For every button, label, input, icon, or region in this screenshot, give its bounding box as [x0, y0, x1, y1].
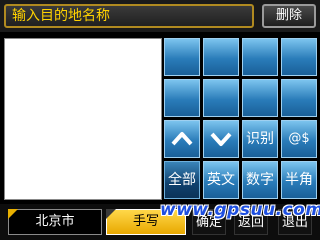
halfwidth-button[interactable]: 半角 [281, 161, 317, 199]
all-mode-button[interactable]: 全部 [164, 161, 200, 199]
chevron-up-icon [171, 132, 193, 146]
symbols-button[interactable]: @$ [281, 120, 317, 158]
keypad: 识别 @$ 全部 英文 数字 半角 [164, 38, 318, 200]
english-mode-button[interactable]: 英文 [203, 161, 239, 199]
candidate-key-4[interactable] [281, 38, 317, 76]
delete-button[interactable]: 删除 [262, 4, 316, 28]
page-up-button[interactable] [164, 120, 200, 158]
candidate-key-2[interactable] [203, 38, 239, 76]
candidate-key-8[interactable] [281, 79, 317, 117]
candidate-key-5[interactable] [164, 79, 200, 117]
handwriting-pad[interactable] [4, 38, 162, 200]
digits-mode-button[interactable]: 数字 [242, 161, 278, 199]
city-selector-button[interactable]: 北京市 [8, 209, 102, 235]
corner-marker [8, 209, 18, 219]
page-down-button[interactable] [203, 120, 239, 158]
city-label: 北京市 [35, 214, 75, 229]
watermark: www.gpsuu.com [160, 200, 320, 220]
chevron-down-icon [210, 132, 232, 146]
handwrite-label: 手写 [132, 214, 159, 229]
destination-input[interactable]: 输入目的地名称 [4, 4, 254, 28]
candidate-key-3[interactable] [242, 38, 278, 76]
corner-marker [106, 209, 116, 219]
candidate-key-1[interactable] [164, 38, 200, 76]
candidate-key-7[interactable] [242, 79, 278, 117]
recognize-button[interactable]: 识别 [242, 120, 278, 158]
top-bar: 输入目的地名称 删除 [0, 0, 320, 32]
candidate-key-6[interactable] [203, 79, 239, 117]
